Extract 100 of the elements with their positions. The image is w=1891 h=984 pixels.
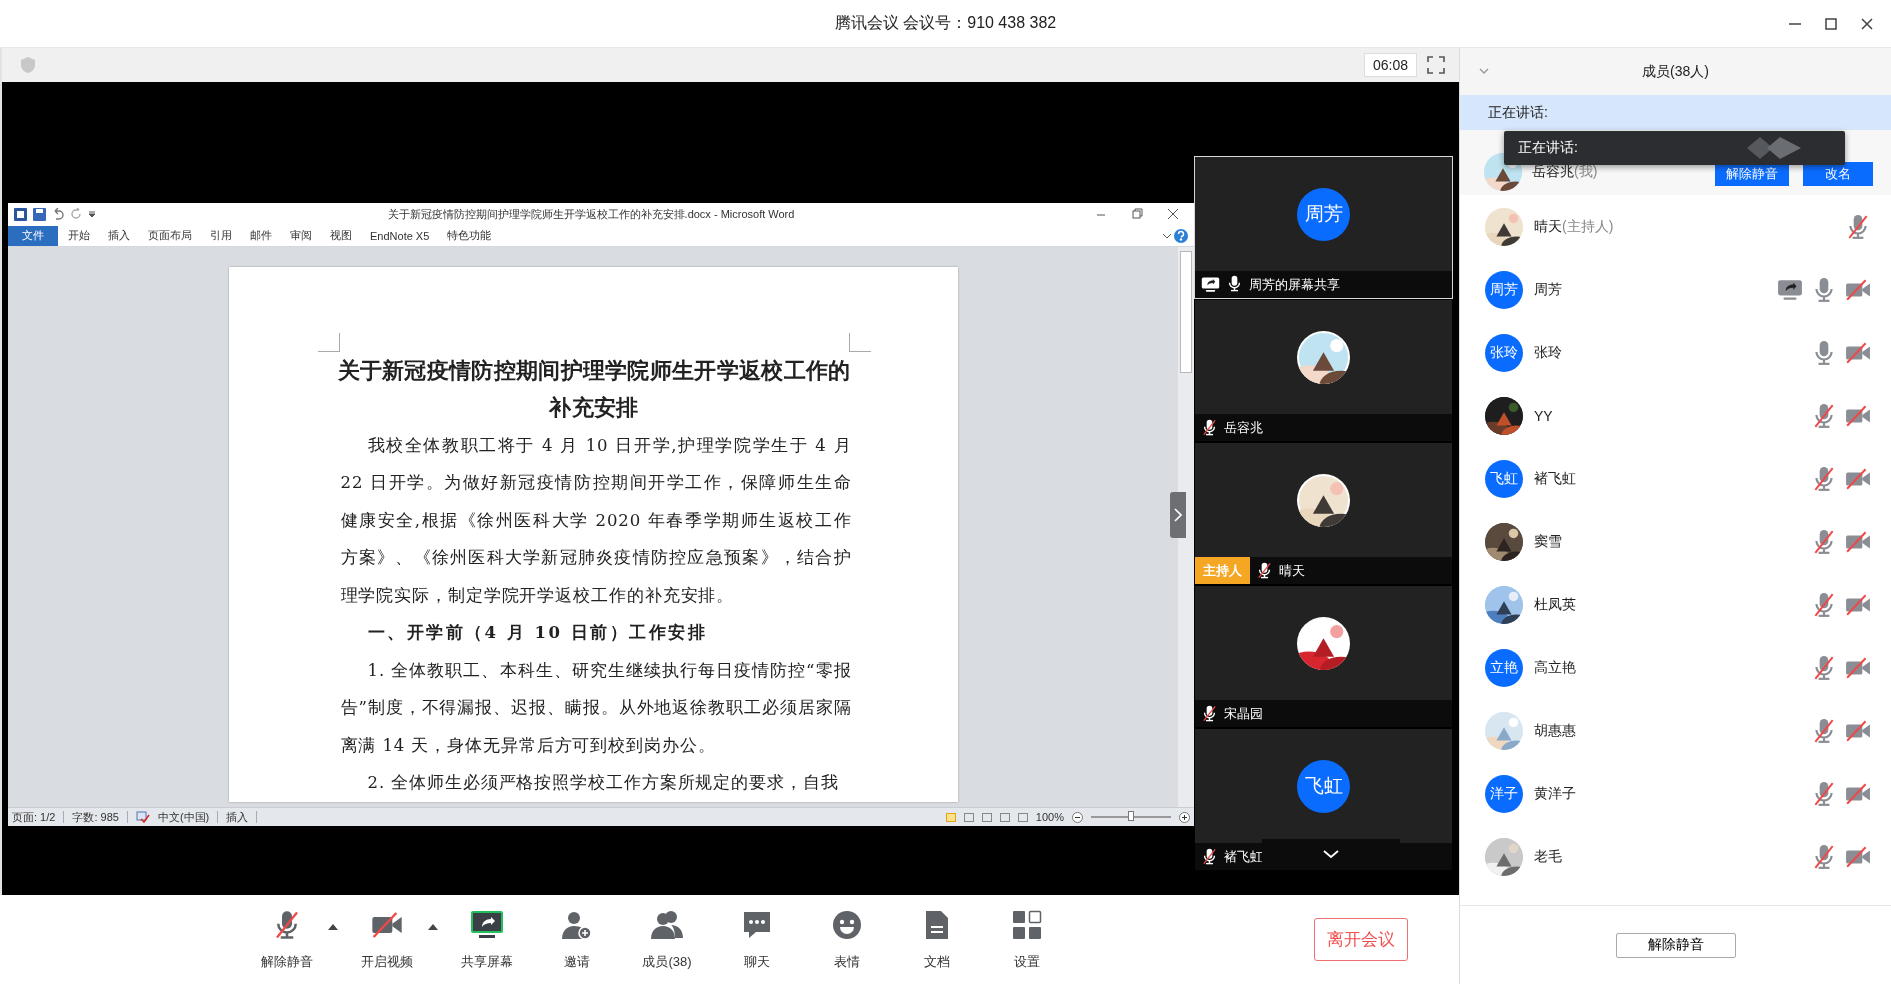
panel-title: 成员(38人): [1642, 62, 1709, 81]
member-name: 岳容兆(我): [1532, 163, 1598, 181]
toolbar-button[interactable]: 聊天: [719, 908, 795, 971]
member-name: 黄洋子: [1534, 784, 1576, 803]
document-icon: [924, 909, 950, 940]
grid-icon: [1012, 909, 1042, 940]
margin-mark: [848, 332, 871, 352]
add-person-icon: [561, 909, 593, 940]
video-tile[interactable]: 飞虹: [1195, 729, 1452, 843]
toolbar-button[interactable]: 邀请: [539, 908, 615, 971]
member-row[interactable]: 杜凤英: [1460, 573, 1891, 636]
member-name: 高立艳: [1534, 658, 1576, 677]
participant-name: 宋晶园: [1224, 704, 1263, 723]
ribbon-tab[interactable]: 引用: [202, 225, 240, 246]
ribbon-tab[interactable]: 邮件: [242, 225, 280, 246]
view-mode-button[interactable]: [963, 812, 974, 822]
toolbar-button[interactable]: 开启视频: [349, 908, 425, 971]
ribbon-tab[interactable]: 插入: [100, 225, 138, 246]
zoom-out-icon[interactable]: [1072, 811, 1083, 823]
member-row[interactable]: YY: [1460, 384, 1891, 447]
toolbar-button[interactable]: 表情: [809, 908, 885, 971]
member-action-button[interactable]: 改名: [1803, 162, 1873, 186]
member-name: 周芳: [1534, 280, 1562, 299]
undo-icon[interactable]: [52, 208, 64, 221]
member-row[interactable]: 老毛: [1460, 825, 1891, 888]
zoom-level[interactable]: 100%: [1035, 811, 1064, 824]
document-title: 关于新冠疫情防控期间护理学院师生开学返校工作的补充安排: [336, 355, 852, 423]
member-name: 胡惠惠: [1534, 721, 1576, 740]
zoom-in-icon[interactable]: [1179, 811, 1190, 823]
app-icon[interactable]: [14, 207, 27, 221]
paragraph: 1. 全体教职工、本科生、研究生继续执行每日疫情防控“零报告”制度，不得漏报、迟报、瞒报。从外地返徐教职工必须居家隔离满 14 天，身体无异常后方可到校到岗办公。: [340, 659, 852, 757]
video-tile[interactable]: [1195, 300, 1452, 414]
chevron-down-icon[interactable]: [1322, 848, 1340, 860]
member-row[interactable]: 周芳 周芳: [1460, 258, 1891, 321]
avatar: 周芳: [1485, 270, 1523, 309]
margin-mark: [317, 332, 340, 352]
member-name: 张玲: [1534, 343, 1562, 362]
member-name: 窦雪: [1534, 532, 1562, 551]
toolbar-button[interactable]: 文档: [899, 908, 975, 971]
ribbon-tab[interactable]: 页面布局: [140, 225, 200, 246]
toolbar-button[interactable]: 设置: [989, 908, 1065, 971]
avatar: 立艳: [1485, 648, 1523, 687]
video-tile[interactable]: 周芳: [1195, 157, 1452, 271]
screen-share-icon: [471, 909, 503, 940]
avatar: 飞虹: [1297, 759, 1350, 813]
participant-name: 岳容兆: [1224, 418, 1263, 437]
smiley-icon: [832, 909, 862, 940]
avatar: 飞虹: [1485, 459, 1523, 498]
toolbar-button[interactable]: 解除静音: [249, 908, 325, 971]
ribbon-tab[interactable]: 文件: [8, 225, 58, 246]
chat-icon: [742, 909, 772, 940]
member-name: 褚飞虹: [1534, 469, 1576, 488]
toolbar-button[interactable]: 共享屏幕: [449, 908, 525, 971]
view-mode-button[interactable]: [1017, 812, 1028, 822]
help-icon[interactable]: [1174, 228, 1188, 243]
participant-name: 周芳的屏幕共享: [1249, 275, 1340, 294]
paragraph: 2. 全体师生必须严格按照学校工作方案所规定的要求，自我: [366, 772, 840, 795]
avatar: 周芳: [1297, 187, 1350, 241]
insert-mode-label[interactable]: 插入: [226, 809, 249, 825]
ribbon-tab[interactable]: 开始: [60, 225, 98, 246]
member-row[interactable]: 张玲 张玲: [1460, 321, 1891, 384]
toolbar-button[interactable]: 成员(38): [629, 908, 705, 971]
ribbon-tab[interactable]: 审阅: [282, 225, 320, 246]
participant-name: 晴天: [1279, 561, 1305, 580]
member-row[interactable]: 立艳 高立艳: [1460, 636, 1891, 699]
side-tab[interactable]: [1170, 492, 1186, 538]
fullscreen-icon[interactable]: [1427, 56, 1445, 74]
ribbon-tab[interactable]: EndNote X5: [362, 225, 438, 246]
member-row[interactable]: 飞虹 褚飞虹: [1460, 447, 1891, 510]
section-heading: 一、开学前（4 月 10 日前）工作安排: [366, 622, 709, 645]
diamond-icon: [1745, 135, 1803, 161]
chevron-right-icon[interactable]: [1174, 508, 1182, 522]
scrollbar[interactable]: [1178, 246, 1194, 808]
member-row[interactable]: 窦雪: [1460, 510, 1891, 573]
member-name: 晴天(主持人): [1534, 217, 1614, 236]
page-count: 页面: 1/2: [12, 809, 56, 825]
member-row[interactable]: 晴天(主持人): [1460, 195, 1891, 258]
window-title: 腾讯会议 会议号：910 438 382: [834, 13, 1057, 33]
ribbon-tab[interactable]: 视图: [322, 225, 360, 246]
participant-name: 褚飞虹: [1224, 847, 1263, 866]
leave-meeting-button[interactable]: 离开会议: [1314, 918, 1408, 961]
view-mode-button[interactable]: [981, 812, 992, 822]
view-mode-button[interactable]: [999, 812, 1010, 822]
people-icon: [650, 909, 684, 940]
language-label[interactable]: 中文(中国): [157, 809, 210, 825]
avatar: 张玲: [1485, 333, 1523, 372]
member-row[interactable]: 洋子 黄洋子: [1460, 762, 1891, 825]
unmute-all-button[interactable]: 解除静音: [1615, 932, 1736, 958]
spellcheck-icon[interactable]: [135, 811, 150, 824]
save-icon[interactable]: [33, 207, 46, 221]
member-row[interactable]: 胡惠惠: [1460, 699, 1891, 762]
window-title: 关于新冠疫情防控期间护理学院师生开学返校工作的补充安排.docx - Microsoft Word: [386, 206, 796, 222]
avatar: 洋子: [1485, 774, 1523, 813]
word-count: 字数: 985: [72, 809, 119, 825]
ribbon-tab[interactable]: 特色功能: [439, 225, 500, 246]
video-tile[interactable]: [1195, 443, 1452, 557]
paragraph: 我校全体教职工将于 4 月 10 日开学,护理学院学生于 4 月 22 日开学。为做好新冠疫情防控期间开学工作，保障师生生命健康安全,根据《徐州医科大学 2020 年春季学期师生返校工作方案》、《徐州医科大学新冠肺炎疫情防控应急预案》，结合护理学院实际，制定学院开学返校工作的补充安排。: [340, 434, 852, 607]
member-name: YY: [1534, 407, 1553, 424]
customize-icon[interactable]: [88, 209, 96, 220]
video-tile[interactable]: [1195, 586, 1452, 700]
